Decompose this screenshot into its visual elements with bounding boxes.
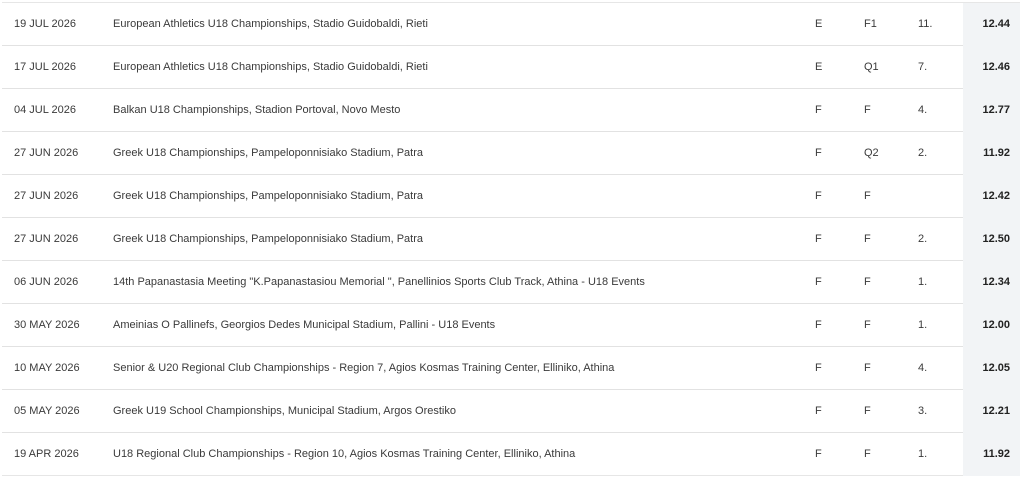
result-mark: 12.46 <box>963 46 1020 89</box>
result-mark: 11.92 <box>963 433 1020 476</box>
result-place: 7. <box>918 61 928 73</box>
result-mark: 11.92 <box>963 132 1020 175</box>
table-row: 19 APR 2026 U18 Regional Club Championsh… <box>2 433 1020 476</box>
result-place: 4. <box>918 104 928 116</box>
result-competition: Greek U18 Championships, Pampeloponnisia… <box>113 233 423 245</box>
result-category: F <box>815 276 822 288</box>
table-row: 27 JUN 2026 Greek U18 Championships, Pam… <box>2 175 1020 218</box>
result-category: F <box>815 448 822 460</box>
result-date: 27 JUN 2026 <box>14 233 79 245</box>
result-place: 11. <box>918 18 933 30</box>
result-competition: European Athletics U18 Championships, St… <box>113 18 428 30</box>
result-competition: U18 Regional Club Championships - Region… <box>113 448 576 460</box>
result-mark: 12.05 <box>963 347 1020 390</box>
result-race: F <box>864 233 871 245</box>
result-mark: 12.34 <box>963 261 1020 304</box>
result-mark: 12.00 <box>963 304 1020 347</box>
result-competition: Greek U18 Championships, Pampeloponnisia… <box>113 190 423 202</box>
table-row: 30 MAY 2026 Ameinias O Pallinefs, Georgi… <box>2 304 1020 347</box>
result-date: 06 JUN 2026 <box>14 276 79 288</box>
result-date: 17 JUL 2026 <box>14 61 76 73</box>
result-race: Q1 <box>864 61 879 73</box>
result-category: F <box>815 104 822 116</box>
result-race: F <box>864 448 871 460</box>
result-category: F <box>815 233 822 245</box>
result-category: F <box>815 362 822 374</box>
result-date: 19 JUL 2026 <box>14 18 76 30</box>
table-row: 10 MAY 2026 Senior & U20 Regional Club C… <box>2 347 1020 390</box>
result-date: 19 APR 2026 <box>14 448 79 460</box>
result-place: 2. <box>918 233 928 245</box>
result-competition: Greek U18 Championships, Pampeloponnisia… <box>113 147 423 159</box>
result-place: 1. <box>918 319 928 331</box>
table-row: 19 JUL 2026 European Athletics U18 Champ… <box>2 3 1020 46</box>
result-mark: 12.50 <box>963 218 1020 261</box>
result-competition: Ameinias O Pallinefs, Georgios Dedes Mun… <box>113 319 496 331</box>
result-race: F1 <box>864 18 877 30</box>
table-row: 27 JUN 2026 Greek U18 Championships, Pam… <box>2 132 1020 175</box>
result-place: 2. <box>918 147 928 159</box>
result-mark: 12.42 <box>963 175 1020 218</box>
result-competition: European Athletics U18 Championships, St… <box>113 61 428 73</box>
result-competition: Balkan U18 Championships, Stadion Portov… <box>113 104 401 116</box>
result-competition: Greek U19 School Championships, Municipa… <box>113 405 456 417</box>
result-race: F <box>864 190 871 202</box>
result-race: Q2 <box>864 147 879 159</box>
result-category: F <box>815 405 822 417</box>
result-place: 4. <box>918 362 928 374</box>
result-date: 05 MAY 2026 <box>14 405 80 417</box>
result-category: F <box>815 319 822 331</box>
result-date: 10 MAY 2026 <box>14 362 80 374</box>
result-category: E <box>815 18 823 30</box>
table-row: 17 JUL 2026 European Athletics U18 Champ… <box>2 46 1020 89</box>
result-date: 30 MAY 2026 <box>14 319 80 331</box>
result-race: F <box>864 276 871 288</box>
result-place: 1. <box>918 276 928 288</box>
result-competition: Senior & U20 Regional Club Championships… <box>113 362 615 374</box>
table-row: 04 JUL 2026 Balkan U18 Championships, St… <box>2 89 1020 132</box>
result-race: F <box>864 319 871 331</box>
result-date: 27 JUN 2026 <box>14 147 79 159</box>
result-mark: 12.77 <box>963 89 1020 132</box>
result-date: 27 JUN 2026 <box>14 190 79 202</box>
result-mark: 12.21 <box>963 390 1020 433</box>
result-race: F <box>864 405 871 417</box>
table-row: 06 JUN 2026 14th Papanastasia Meeting "K… <box>2 261 1020 304</box>
results-table: 19 JUL 2026 European Athletics U18 Champ… <box>2 2 1020 476</box>
result-category: E <box>815 61 823 73</box>
result-date: 04 JUL 2026 <box>14 104 76 116</box>
result-mark: 12.44 <box>963 3 1020 46</box>
result-race: F <box>864 362 871 374</box>
table-row: 27 JUN 2026 Greek U18 Championships, Pam… <box>2 218 1020 261</box>
result-place: 3. <box>918 405 928 417</box>
result-category: F <box>815 190 822 202</box>
result-competition: 14th Papanastasia Meeting "K.Papanastasi… <box>113 276 645 288</box>
result-race: F <box>864 104 871 116</box>
result-category: F <box>815 147 822 159</box>
table-row: 05 MAY 2026 Greek U19 School Championshi… <box>2 390 1020 433</box>
result-place: 1. <box>918 448 928 460</box>
